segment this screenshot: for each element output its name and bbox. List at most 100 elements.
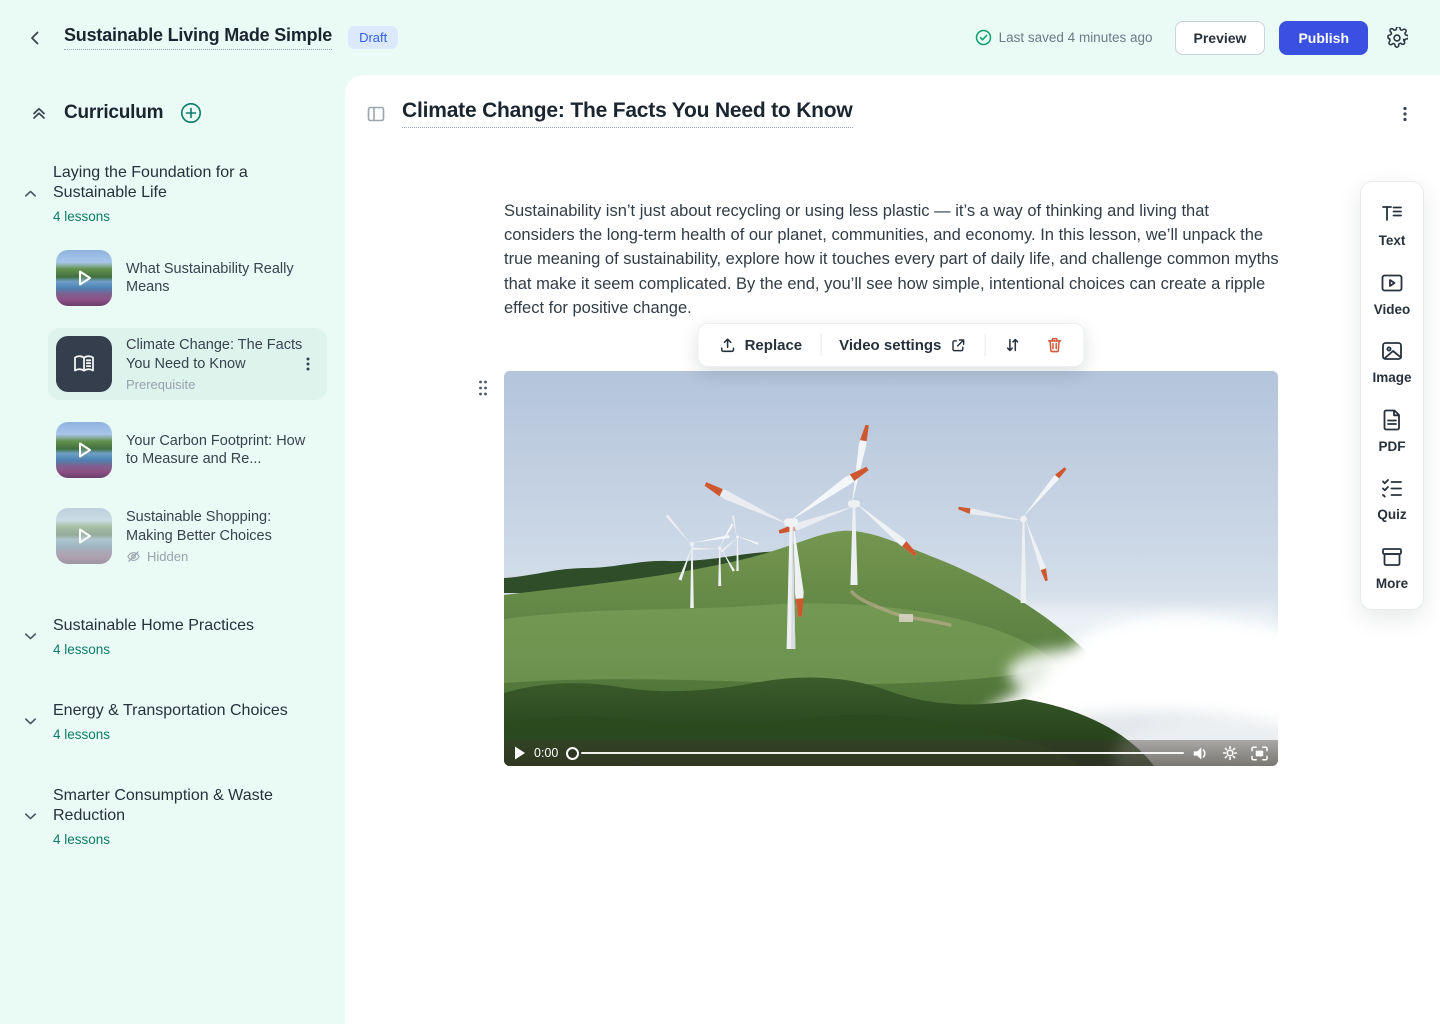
back-button[interactable] bbox=[22, 25, 48, 51]
video-controls: 0:00 bbox=[504, 740, 1278, 766]
curriculum-title: Curriculum bbox=[64, 102, 163, 124]
trash-icon bbox=[1045, 336, 1063, 354]
volume-icon bbox=[1192, 746, 1209, 761]
fullscreen-button[interactable] bbox=[1251, 746, 1268, 761]
lesson-video-thumbnail bbox=[56, 508, 112, 564]
kebab-menu-icon bbox=[1398, 105, 1412, 123]
section-lesson-count: 4 lessons bbox=[53, 727, 293, 742]
section-header[interactable]: Laying the Foundation for a Sustainable … bbox=[0, 163, 345, 224]
section-header[interactable]: Smarter Consumption & Waste Reduction 4 … bbox=[0, 786, 345, 847]
preview-button[interactable]: Preview bbox=[1175, 21, 1266, 55]
text-block-icon bbox=[1380, 202, 1404, 226]
insert-text-button[interactable]: Text bbox=[1379, 202, 1406, 248]
lesson-menu-button[interactable] bbox=[301, 356, 315, 372]
fullscreen-icon bbox=[1251, 746, 1268, 761]
seek-knob[interactable] bbox=[566, 747, 579, 760]
last-saved-status: Last saved 4 minutes ago bbox=[975, 29, 1153, 46]
section-header[interactable]: Sustainable Home Practices 4 lessons bbox=[0, 616, 345, 657]
lesson-title: Sustainable Shopping: Making Better Choi… bbox=[126, 508, 319, 545]
last-saved-text: Last saved 4 minutes ago bbox=[999, 30, 1153, 45]
reorder-block-button[interactable] bbox=[993, 332, 1031, 358]
replace-video-button[interactable]: Replace bbox=[709, 332, 813, 358]
insert-video-button[interactable]: Video bbox=[1374, 271, 1411, 317]
lesson-title: Climate Change: The Facts You Need to Kn… bbox=[126, 336, 319, 373]
lesson-item[interactable]: Your Carbon Footprint: How to Measure an… bbox=[48, 414, 327, 486]
kebab-menu-icon bbox=[301, 356, 315, 372]
lesson-title: Your Carbon Footprint: How to Measure an… bbox=[126, 432, 319, 469]
insert-more-button[interactable]: More bbox=[1376, 545, 1408, 591]
toggle-sidebar-button[interactable] bbox=[362, 100, 390, 128]
curriculum-section: Energy & Transportation Choices 4 lesson… bbox=[0, 701, 345, 742]
insert-block-toolbar: Text Video Image PDF Quiz More bbox=[1360, 181, 1424, 610]
video-player[interactable]: 0:00 bbox=[504, 371, 1278, 766]
lesson-item-hidden[interactable]: Sustainable Shopping: Making Better Choi… bbox=[48, 500, 327, 572]
status-badge: Draft bbox=[348, 26, 398, 49]
lesson-video-thumbnail bbox=[56, 250, 112, 306]
chevron-up-icon[interactable] bbox=[22, 185, 39, 202]
collapse-all-button[interactable] bbox=[26, 100, 52, 126]
section-title: Sustainable Home Practices bbox=[53, 616, 293, 636]
playback-time: 0:00 bbox=[534, 746, 558, 760]
lesson-prerequisite-label: Prerequisite bbox=[126, 377, 319, 392]
play-icon bbox=[72, 524, 96, 548]
insert-image-button[interactable]: Image bbox=[1372, 339, 1411, 385]
section-title: Smarter Consumption & Waste Reduction bbox=[53, 786, 293, 826]
delete-block-button[interactable] bbox=[1035, 332, 1073, 358]
chevron-down-icon[interactable] bbox=[22, 713, 39, 730]
quality-settings-button[interactable] bbox=[1222, 745, 1238, 761]
lesson-editor-panel: Climate Change: The Facts You Need to Kn… bbox=[345, 75, 1440, 1024]
course-title[interactable]: Sustainable Living Made Simple bbox=[64, 25, 332, 50]
curriculum-section: Sustainable Home Practices 4 lessons bbox=[0, 616, 345, 657]
pdf-block-icon bbox=[1380, 408, 1404, 432]
plus-circle-icon bbox=[179, 101, 203, 125]
lesson-intro-paragraph[interactable]: Sustainability isn’t just about recyclin… bbox=[504, 199, 1280, 320]
upload-icon bbox=[719, 336, 737, 354]
eye-off-icon bbox=[126, 549, 141, 564]
check-circle-icon bbox=[975, 29, 992, 46]
panel-layout-icon bbox=[366, 104, 386, 124]
seek-rail[interactable] bbox=[581, 752, 1184, 755]
chevron-left-icon bbox=[26, 29, 44, 47]
seek-bar[interactable] bbox=[566, 746, 1184, 760]
open-book-icon bbox=[70, 350, 98, 378]
settings-button[interactable] bbox=[1382, 23, 1412, 53]
section-lesson-count: 4 lessons bbox=[53, 209, 293, 224]
section-title: Energy & Transportation Choices bbox=[53, 701, 293, 721]
publish-button[interactable]: Publish bbox=[1279, 21, 1368, 55]
sort-arrows-icon bbox=[1003, 336, 1021, 354]
lesson-item[interactable]: What Sustainability Really Means bbox=[48, 242, 327, 314]
play-button[interactable] bbox=[514, 746, 526, 760]
course-editor-app: Sustainable Living Made Simple Draft Las… bbox=[0, 0, 1440, 1024]
external-link-icon bbox=[949, 337, 966, 354]
gear-icon bbox=[1222, 745, 1238, 761]
curriculum-header: Curriculum bbox=[0, 97, 345, 129]
section-lesson-count: 4 lessons bbox=[53, 832, 293, 847]
volume-button[interactable] bbox=[1192, 746, 1209, 761]
image-block-icon bbox=[1380, 339, 1404, 363]
curriculum-sidebar: Curriculum Laying the Foundation for a S… bbox=[0, 75, 345, 1024]
top-bar: Sustainable Living Made Simple Draft Las… bbox=[0, 0, 1440, 75]
wind-farm-video-frame bbox=[504, 371, 1278, 766]
add-section-button[interactable] bbox=[175, 97, 207, 129]
insert-quiz-button[interactable]: Quiz bbox=[1377, 476, 1406, 522]
insert-pdf-button[interactable]: PDF bbox=[1379, 408, 1406, 454]
chevron-down-icon[interactable] bbox=[22, 808, 39, 825]
more-blocks-icon bbox=[1380, 545, 1404, 569]
play-icon bbox=[72, 438, 96, 462]
lesson-menu-button[interactable] bbox=[1394, 101, 1416, 127]
double-chevron-up-icon bbox=[30, 104, 48, 122]
block-drag-handle[interactable] bbox=[473, 375, 493, 401]
curriculum-section: Smarter Consumption & Waste Reduction 4 … bbox=[0, 786, 345, 847]
section-header[interactable]: Energy & Transportation Choices 4 lesson… bbox=[0, 701, 345, 742]
video-settings-button[interactable]: Video settings bbox=[829, 333, 976, 358]
lesson-title: What Sustainability Really Means bbox=[126, 260, 319, 297]
chevron-down-icon[interactable] bbox=[22, 628, 39, 645]
divider bbox=[984, 334, 985, 356]
curriculum-section: Laying the Foundation for a Sustainable … bbox=[0, 163, 345, 572]
video-block-icon bbox=[1380, 271, 1404, 295]
video-block-toolbar: Replace Video settings bbox=[698, 323, 1085, 367]
lesson-list: What Sustainability Really Means Climate… bbox=[0, 242, 345, 572]
drag-dots-icon bbox=[477, 379, 489, 397]
lesson-item-selected[interactable]: Climate Change: The Facts You Need to Kn… bbox=[48, 328, 327, 400]
lesson-page-title[interactable]: Climate Change: The Facts You Need to Kn… bbox=[402, 99, 853, 128]
